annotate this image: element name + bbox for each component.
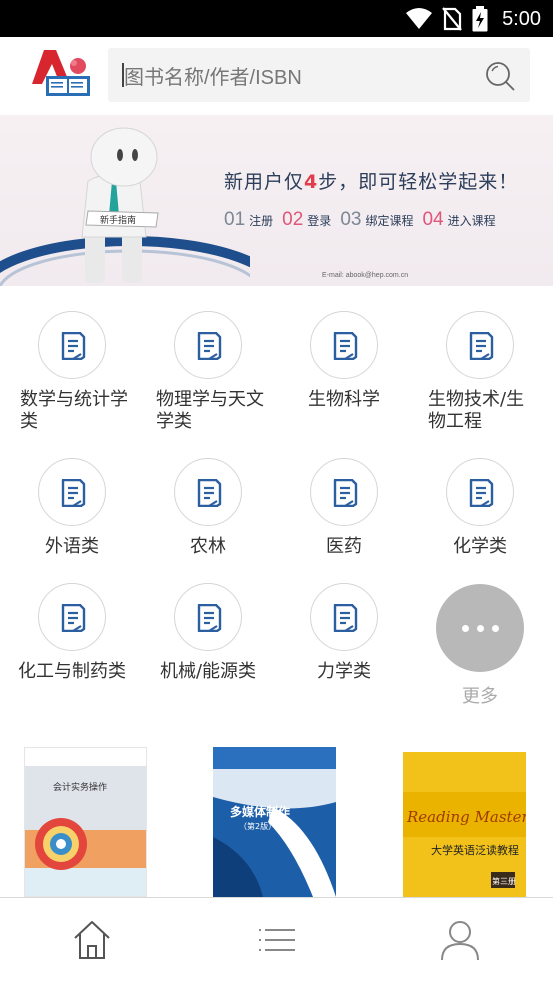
category-agriculture-forestry[interactable]: 农林 (140, 458, 276, 558)
category-mechanical-energy[interactable]: 机械/能源类 (140, 583, 276, 683)
category-chemical-pharma[interactable]: 化工与制药类 (4, 583, 140, 683)
svg-text:新手指南: 新手指南 (100, 214, 136, 226)
svg-text:会计实务操作: 会计实务操作 (53, 781, 107, 793)
category-icon-circle (174, 458, 242, 526)
book-cover-art: Reading Master 大学英语泛读教程 第三册 (403, 752, 526, 897)
category-icon-circle (310, 311, 378, 379)
step-bind-course: 03 绑定课程 (340, 209, 413, 231)
category-mechanics[interactable]: 力学类 (276, 583, 412, 683)
svg-text:多媒体制作: 多媒体制作 (230, 804, 290, 819)
battery-charging-icon (472, 6, 488, 32)
book-document-icon (469, 332, 494, 360)
book-cover-multimedia[interactable]: 多媒体制作 （第2版） (213, 747, 336, 897)
category-icon-circle (38, 583, 106, 651)
banner-steps: 01 注册 02 登录 03 绑定课程 04 进入课程 (224, 209, 496, 231)
no-sim-icon (442, 7, 462, 31)
category-label: 化工与制药类 (18, 661, 126, 682)
category-icon-circle (446, 458, 514, 526)
category-icon-circle (38, 311, 106, 379)
book-cover-art: 多媒体制作 （第2版） (213, 747, 336, 897)
category-icon-circle (38, 458, 106, 526)
svg-text:大学英语泛读教程: 大学英语泛读教程 (431, 843, 519, 857)
category-medicine[interactable]: 医药 (276, 458, 412, 558)
category-physics-astronomy[interactable]: 物理学与天文学类 (140, 311, 276, 433)
step-label: 进入课程 (447, 214, 496, 228)
list-icon[interactable] (255, 918, 299, 962)
step-label: 登录 (307, 214, 332, 228)
category-label: 化学类 (453, 536, 507, 557)
banner-headline: 新用户仅4步，即可轻松学起来！ (224, 167, 518, 194)
headline-text: 新用户仅 (224, 171, 305, 193)
home-icon[interactable] (70, 918, 114, 962)
category-label: 数学与统计学类 (20, 389, 128, 432)
category-foreign-languages[interactable]: 外语类 (4, 458, 140, 558)
step-label: 注册 (249, 214, 274, 228)
step-number: 02 (282, 209, 304, 230)
book-document-icon (333, 604, 358, 632)
step-number: 01 (224, 209, 246, 230)
step-number: 04 (422, 209, 444, 230)
search-bar[interactable]: 图书名称/作者/ISBN (108, 48, 530, 102)
book-document-icon (61, 479, 86, 507)
category-label: 生物技术/生物工程 (428, 389, 525, 432)
category-icon-circle (310, 458, 378, 526)
category-label: 物理学与天文学类 (156, 389, 264, 432)
step-label: 绑定课程 (365, 214, 414, 228)
book-cover-reading-master[interactable]: Reading Master 大学英语泛读教程 第三册 (403, 752, 526, 897)
category-label: 外语类 (45, 536, 99, 557)
book-cover-accounting[interactable]: 会计实务操作 (24, 747, 147, 897)
banner-email: E-mail: abook@hep.com.cn (322, 272, 409, 279)
category-icon-circle (174, 311, 242, 379)
step-enter-course: 04 进入课程 (422, 209, 495, 231)
svg-text:（第2版）: （第2版） (239, 821, 276, 831)
app-header: 图书名称/作者/ISBN (0, 37, 553, 115)
user-icon[interactable] (438, 918, 482, 962)
book-document-icon (197, 604, 222, 632)
book-document-icon (61, 604, 86, 632)
book-document-icon (469, 479, 494, 507)
book-cover-art: 会计实务操作 (25, 748, 146, 896)
category-icon-circle (310, 583, 378, 651)
category-label: 医药 (326, 536, 362, 557)
status-bar: 5:00 (0, 0, 553, 37)
book-document-icon (197, 479, 222, 507)
guide-banner[interactable]: 新手指南 新用户仅4步，即可轻松学起来！ 01 注册 02 登录 03 绑定课程… (0, 115, 553, 286)
category-math-statistics[interactable]: 数学与统计学类 (4, 311, 140, 433)
search-input[interactable]: 图书名称/作者/ISBN (124, 61, 302, 90)
category-icon-circle (174, 583, 242, 651)
status-time: 5:00 (502, 7, 541, 30)
bottom-nav (0, 897, 553, 983)
category-biotech[interactable]: 生物技术/生物工程 (412, 311, 548, 433)
search-icon[interactable] (484, 60, 516, 92)
headline-step-count: 4 (304, 171, 319, 193)
more-circle (436, 584, 524, 672)
step-number: 03 (340, 209, 362, 230)
book-document-icon (197, 332, 222, 360)
category-chemistry[interactable]: 化学类 (412, 458, 548, 558)
category-biology[interactable]: 生物科学 (276, 311, 412, 411)
more-dots-icon (436, 584, 524, 672)
publisher-logo[interactable] (30, 50, 94, 98)
category-label: 生物科学 (308, 389, 380, 410)
step-register: 01 注册 (224, 209, 273, 231)
book-document-icon (333, 479, 358, 507)
category-label: 农林 (190, 536, 226, 557)
category-icon-circle (446, 311, 514, 379)
wifi-icon (406, 8, 433, 29)
mascot-figure-illustration: 新手指南 (0, 127, 250, 286)
more-label: 更多 (462, 686, 498, 707)
svg-text:第三册: 第三册 (492, 876, 516, 886)
headline-text-end: 步，即可轻松学起来！ (318, 171, 519, 193)
category-label: 力学类 (317, 661, 371, 682)
svg-text:Reading Master: Reading Master (406, 808, 526, 826)
step-login: 02 登录 (282, 209, 331, 231)
category-more-button[interactable]: 更多 (412, 584, 548, 708)
book-document-icon (61, 332, 86, 360)
book-document-icon (333, 332, 358, 360)
category-label: 机械/能源类 (159, 661, 257, 682)
